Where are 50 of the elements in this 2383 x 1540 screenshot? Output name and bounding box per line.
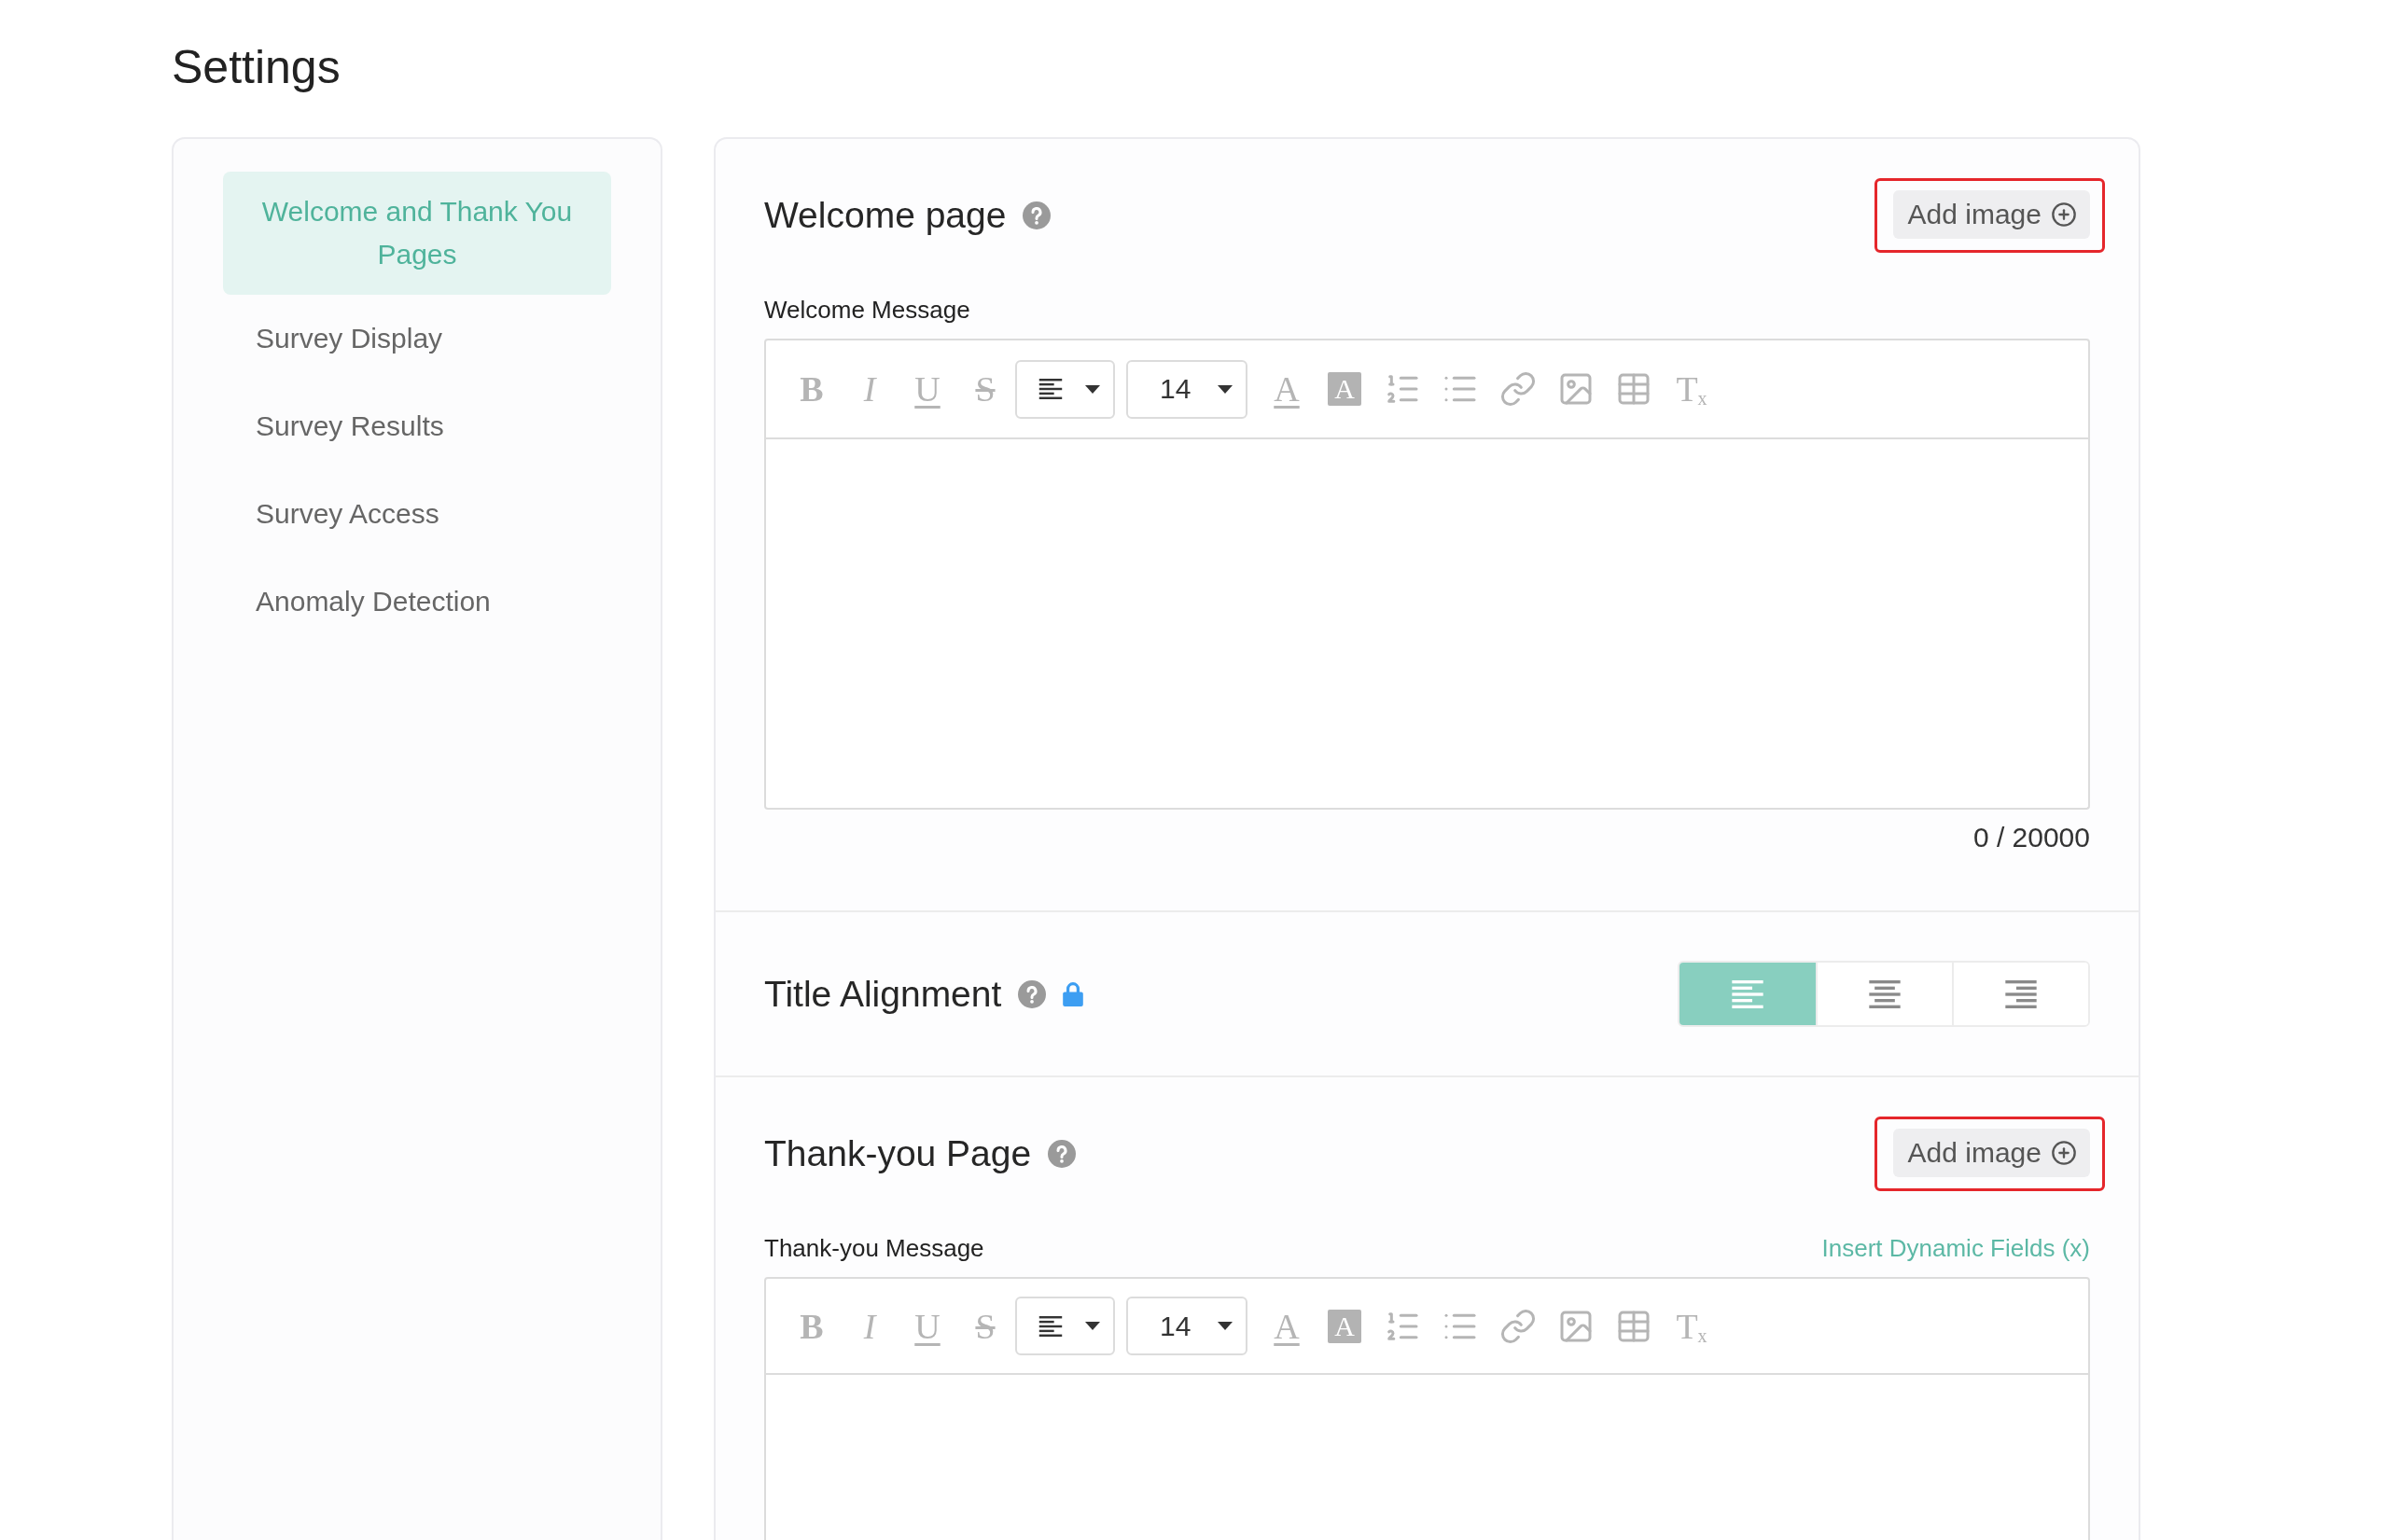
plus-circle-icon xyxy=(2051,1140,2077,1166)
text-color-button[interactable]: A xyxy=(1268,1304,1305,1348)
insert-fields-link[interactable]: Insert Dynamic Fields (x) xyxy=(1821,1233,2090,1263)
section-title: Welcome page xyxy=(764,194,1007,237)
clear-format-button[interactable]: T$_{x}$ xyxy=(1673,368,1710,410)
align-left-button[interactable] xyxy=(1679,963,1816,1025)
add-image-button[interactable]: Add image xyxy=(1892,190,2090,239)
sidebar-item[interactable]: Welcome and Thank You Pages xyxy=(223,172,611,295)
caret-icon xyxy=(1085,1322,1100,1330)
italic-button[interactable]: I xyxy=(851,368,888,410)
sidebar-item[interactable]: Survey Display xyxy=(223,295,611,382)
align-right-button[interactable] xyxy=(1952,963,2088,1025)
font-size-dropdown[interactable]: 14 xyxy=(1126,1297,1247,1355)
sidebar-item[interactable]: Anomaly Detection xyxy=(223,558,611,645)
section-title: Thank-you Page xyxy=(764,1132,1032,1175)
bold-button[interactable]: B xyxy=(793,368,830,410)
page-title: Settings xyxy=(172,40,341,95)
message-input-field[interactable] xyxy=(764,439,2090,810)
alignment-dropdown[interactable] xyxy=(1015,359,1115,419)
link-icon[interactable] xyxy=(1499,370,1537,408)
section-title: Title Alignment xyxy=(764,972,1002,1016)
highlight-color-button[interactable]: A xyxy=(1328,1309,1361,1343)
character-counter: 0 / 20000 xyxy=(1972,821,2090,854)
add-image-button[interactable]: Add image xyxy=(1892,1129,2090,1177)
field-label: Welcome Message xyxy=(764,295,970,325)
text-color-button[interactable]: A xyxy=(1268,368,1305,410)
sidebar-item[interactable]: Survey Results xyxy=(223,382,611,470)
underline-button[interactable]: U xyxy=(909,368,946,410)
underline-button[interactable]: U xyxy=(909,1304,946,1348)
bold-button[interactable]: B xyxy=(793,1304,830,1348)
strikethrough-button[interactable]: S xyxy=(967,1304,1004,1348)
align-center-icon xyxy=(1869,979,1901,1008)
clear-format-button[interactable]: T$_{x}$ xyxy=(1673,1304,1710,1348)
alignment-dropdown[interactable] xyxy=(1015,1297,1115,1355)
sidebar-item[interactable]: Survey Access xyxy=(223,470,611,558)
align-left-icon xyxy=(1038,379,1064,399)
strikethrough-button[interactable]: S xyxy=(967,368,1004,410)
message-input-field[interactable] xyxy=(764,1375,2090,1540)
caret-icon xyxy=(1218,384,1233,394)
align-right-icon xyxy=(2005,979,2037,1008)
align-left-icon xyxy=(1038,1315,1064,1337)
caret-icon xyxy=(1085,384,1100,394)
link-icon[interactable] xyxy=(1499,1307,1537,1345)
align-left-icon xyxy=(1732,979,1763,1008)
field-label: Thank-you Message xyxy=(764,1233,984,1263)
font-size-dropdown[interactable]: 14 xyxy=(1126,359,1247,419)
highlight-color-button[interactable]: A xyxy=(1328,372,1361,406)
italic-button[interactable]: I xyxy=(851,1304,888,1348)
plus-circle-icon xyxy=(2051,201,2077,228)
caret-icon xyxy=(1218,1322,1233,1330)
